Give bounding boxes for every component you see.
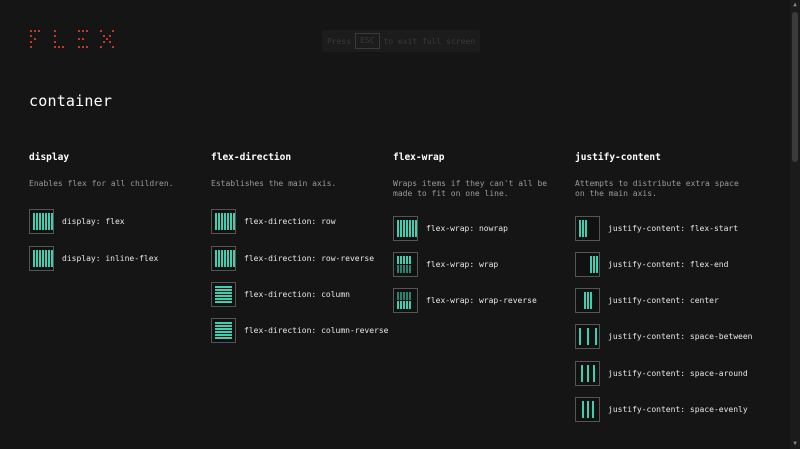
property-label: justify-content: flex-start [608, 224, 739, 233]
property-flex-wrap-wrap[interactable]: flex-wrap: wrap [393, 252, 498, 277]
justify-start-illustration [579, 220, 587, 237]
nowrap-illustration [397, 220, 417, 237]
flex-row-illustration [215, 213, 235, 230]
flex-row-icon [29, 246, 54, 271]
property-label: flex-direction: row [244, 217, 336, 226]
column-title: flex-direction [211, 152, 292, 163]
property-justify-content-center[interactable]: justify-content: center [575, 288, 719, 313]
scroll-down-arrow-icon[interactable]: ▼ [790, 439, 800, 449]
property-justify-content-space-between[interactable]: justify-content: space-between [575, 324, 753, 349]
property-label: flex-direction: column-reverse [244, 326, 389, 335]
flex-row-illustration [215, 250, 235, 267]
logo [30, 30, 116, 48]
flex-row-icon [29, 209, 54, 234]
justify-evenly-illustration [582, 401, 594, 418]
justify-center-illustration [584, 292, 592, 309]
column-flex-direction: flex-direction Establishes the main axis… [211, 152, 389, 343]
property-label: justify-content: space-between [608, 332, 753, 341]
justify-center-icon [575, 288, 600, 313]
property-justify-content-space-around[interactable]: justify-content: space-around [575, 361, 748, 386]
property-display-inline-flex[interactable]: display: inline-flex [29, 246, 158, 271]
justify-end-icon [575, 252, 600, 277]
flex-row-illustration [33, 250, 53, 267]
section-title: container [29, 92, 113, 110]
scroll-up-arrow-icon[interactable]: ▲ [790, 0, 800, 10]
wrap-icon [393, 252, 418, 277]
column-justify-content: justify-content Attempts to distribute e… [575, 152, 753, 422]
esc-key: ESC [355, 33, 380, 49]
property-label: flex-wrap: wrap-reverse [426, 296, 537, 305]
property-flex-wrap-nowrap[interactable]: flex-wrap: nowrap [393, 216, 508, 241]
property-label: flex-wrap: wrap [426, 260, 499, 269]
fullscreen-hint: Press ESC to exit full screen [322, 30, 480, 52]
flex-logo-icon [30, 30, 114, 48]
justify-start-icon [575, 216, 600, 241]
flex-column-icon [211, 282, 236, 307]
wrap-reverse-illustration [397, 292, 411, 309]
property-label: justify-content: space-around [608, 369, 748, 378]
property-label: flex-wrap: nowrap [426, 224, 508, 233]
column-description: Wraps items if they can't all be made to… [393, 179, 548, 198]
column-title: display [29, 152, 70, 163]
property-label: justify-content: center [608, 296, 719, 305]
property-label: display: flex [62, 217, 125, 226]
property-flex-direction-column-reverse[interactable]: flex-direction: column-reverse [211, 318, 389, 343]
property-justify-content-space-evenly[interactable]: justify-content: space-evenly [575, 397, 748, 422]
property-justify-content-flex-start[interactable]: justify-content: flex-start [575, 216, 738, 241]
justify-end-illustration [590, 256, 598, 273]
property-label: justify-content: flex-end [608, 260, 729, 269]
property-flex-direction-row[interactable]: flex-direction: row [211, 209, 336, 234]
wrap-reverse-icon [393, 288, 418, 313]
flex-row-illustration [33, 213, 53, 230]
flex-column-illustration [215, 286, 232, 303]
column-title: justify-content [575, 152, 661, 163]
column-description: Enables flex for all children. [29, 179, 174, 188]
property-label: justify-content: space-evenly [608, 405, 748, 414]
scrollbar[interactable]: ▲ ▼ [790, 0, 800, 449]
justify-around-icon [575, 361, 600, 386]
column-description: Attempts to distribute extra space on th… [575, 179, 739, 198]
property-flex-direction-column[interactable]: flex-direction: column [211, 282, 350, 307]
flex-column-illustration [215, 322, 232, 339]
property-display-flex[interactable]: display: flex [29, 209, 125, 234]
flex-column-icon [211, 318, 236, 343]
column-display: display Enables flex for all children. d… [29, 152, 199, 271]
esc-hint-before: Press [326, 36, 352, 46]
column-flex-wrap: flex-wrap Wraps items if they can't all … [393, 152, 563, 313]
justify-between-illustration [579, 328, 597, 345]
esc-hint-after: to exit full screen [383, 36, 476, 46]
justify-around-illustration [581, 365, 595, 382]
column-title: flex-wrap [393, 152, 445, 163]
property-label: flex-direction: column [244, 290, 350, 299]
nowrap-icon [393, 216, 418, 241]
flex-row-icon [211, 209, 236, 234]
flex-row-icon [211, 246, 236, 271]
scrollbar-thumb[interactable] [792, 12, 798, 162]
property-justify-content-flex-end[interactable]: justify-content: flex-end [575, 252, 728, 277]
wrap-illustration [397, 256, 411, 273]
property-flex-wrap-wrap-reverse[interactable]: flex-wrap: wrap-reverse [393, 288, 537, 313]
column-description: Establishes the main axis. [211, 179, 337, 188]
justify-evenly-icon [575, 397, 600, 422]
property-label: flex-direction: row-reverse [244, 254, 375, 263]
justify-between-icon [575, 324, 600, 349]
property-flex-direction-row-reverse[interactable]: flex-direction: row-reverse [211, 246, 374, 271]
property-label: display: inline-flex [62, 254, 159, 263]
